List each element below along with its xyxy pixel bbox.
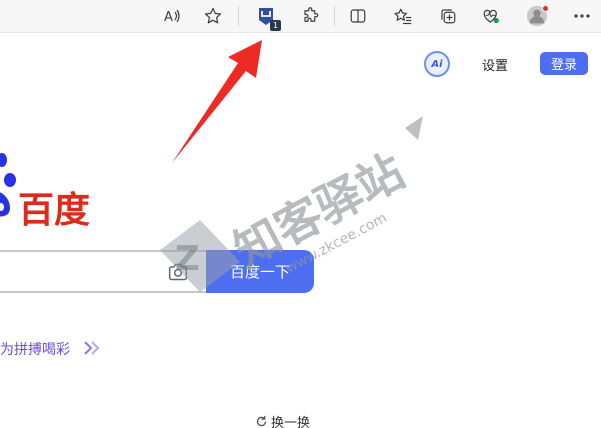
refresh-icon: [256, 415, 267, 427]
login-button[interactable]: 登录: [540, 52, 588, 75]
toolbar-divider: [238, 6, 239, 26]
collections-icon[interactable]: [436, 4, 460, 28]
notification-dot: [542, 5, 549, 12]
baidu-logo-text: 百度: [18, 190, 91, 231]
split-screen-icon[interactable]: [346, 4, 370, 28]
refresh-button[interactable]: 换一换: [255, 412, 310, 428]
more-menu-icon[interactable]: [570, 4, 594, 28]
favorites-list-icon[interactable]: [391, 4, 415, 28]
ai-assistant-icon[interactable]: Ai: [424, 51, 450, 77]
settings-link[interactable]: 设置: [482, 55, 508, 74]
ai-label: Ai: [431, 58, 443, 70]
read-aloud-icon[interactable]: A: [161, 4, 185, 28]
extension-icon-active[interactable]: 1: [254, 4, 281, 31]
browser-essentials-icon[interactable]: [479, 4, 503, 28]
extensions-puzzle-icon[interactable]: [299, 4, 323, 28]
browser-toolbar: A 1: [0, 0, 601, 32]
refresh-label: 换一换: [271, 416, 311, 428]
baidu-paw-logo-icon: [0, 153, 16, 217]
extension-badge: 1: [270, 20, 281, 31]
profile-avatar-icon[interactable]: [525, 4, 549, 28]
double-chevron-right-icon[interactable]: [82, 339, 102, 357]
toolbar-divider: [334, 6, 335, 26]
search-button[interactable]: 百度一下: [206, 250, 314, 293]
camera-search-icon[interactable]: [168, 263, 188, 281]
favorite-star-icon[interactable]: [201, 4, 225, 28]
page-content: [0, 32, 601, 428]
hot-topic-link[interactable]: 为拼搏喝彩: [0, 339, 70, 359]
browser-window: A 1 Ai 设置 登录 百度 百度一下 为拼搏喝彩 换一换 Z 知客驿站 ww…: [0, 0, 601, 428]
svg-text:A: A: [164, 10, 173, 25]
